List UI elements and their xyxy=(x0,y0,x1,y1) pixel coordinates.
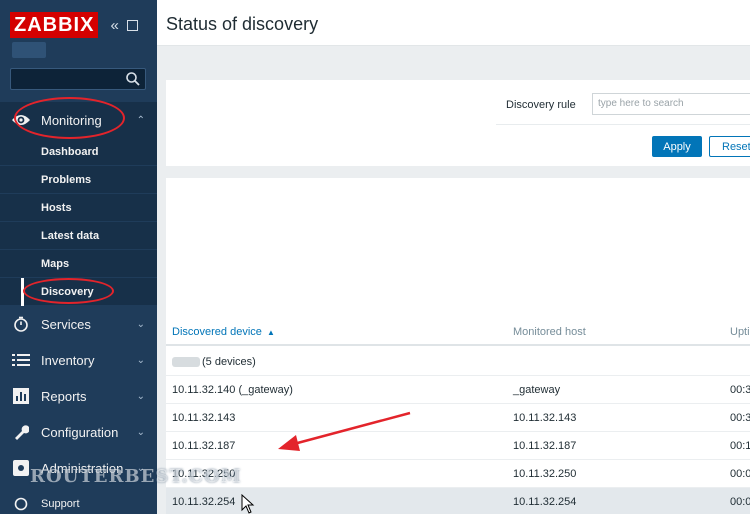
uptime-cell: 00:3 xyxy=(730,412,750,424)
host-cell: 10.11.32.187 xyxy=(513,440,577,452)
monitoring-submenu: Dashboard Problems Hosts Latest data Map… xyxy=(0,138,157,306)
nav-support[interactable]: Support xyxy=(0,486,157,514)
chevron-down-icon: ⌄ xyxy=(136,354,145,366)
host-cell: 10.11.32.254 xyxy=(513,496,577,508)
apply-button[interactable]: Apply xyxy=(652,136,702,157)
stopwatch-icon xyxy=(11,314,31,334)
uptime-cell: 00:0 xyxy=(730,468,750,480)
nav-configuration[interactable]: Configuration ⌄ xyxy=(0,414,157,450)
sidebar-item-dashboard[interactable]: Dashboard xyxy=(0,138,157,166)
support-icon xyxy=(11,494,31,514)
nav-inventory[interactable]: Inventory ⌄ xyxy=(0,342,157,378)
column-discovered-device[interactable]: Discovered device ▲ xyxy=(172,326,275,338)
host-cell: _gateway xyxy=(513,384,561,396)
sidebar-item-latest-data[interactable]: Latest data xyxy=(0,222,157,250)
device-cell: 10.11.32.254 xyxy=(172,496,236,508)
sidebar: ZABBIX « Monitoring ⌃ Dashboard Problems xyxy=(0,0,157,514)
sidebar-item-discovery[interactable]: Discovery xyxy=(0,278,157,306)
group-row: (5 devices) xyxy=(166,348,750,376)
group-name: (5 devices) xyxy=(172,356,256,368)
filter-panel: Discovery rule type here to search Apply… xyxy=(166,80,750,166)
sidebar-item-maps[interactable]: Maps xyxy=(0,250,157,278)
main-content: Status of discovery Discovery rule type … xyxy=(157,0,750,514)
nav-support-label: Support xyxy=(41,498,80,510)
column-uptime: Upti xyxy=(730,326,750,338)
device-cell: 10.11.32.250 xyxy=(172,468,236,480)
group-device-count: (5 devices) xyxy=(202,356,256,368)
column-monitored-host: Monitored host xyxy=(513,326,586,338)
table-header: Discovered device ▲ Monitored host Upti xyxy=(166,320,750,346)
filter-divider xyxy=(496,124,750,125)
user-name-blurred xyxy=(12,42,46,58)
uptime-cell: 00:3 xyxy=(730,384,750,396)
nav-administration[interactable]: Administration ⌄ xyxy=(0,450,157,486)
device-cell: 10.11.32.143 xyxy=(172,412,236,424)
sort-ascending-icon: ▲ xyxy=(266,328,275,337)
collapse-sidebar-icon[interactable]: « xyxy=(110,17,118,34)
search-icon[interactable] xyxy=(125,71,141,87)
discovery-rule-label: Discovery rule xyxy=(506,99,576,111)
chevron-up-icon: ⌃ xyxy=(136,114,145,126)
uptime-cell: 00:0 xyxy=(730,496,750,508)
chevron-down-icon: ⌄ xyxy=(136,318,145,330)
table-row: 10.11.32.140 (_gateway) _gateway 00:3 xyxy=(166,376,750,404)
app: ZABBIX « Monitoring ⌃ Dashboard Problems xyxy=(0,0,750,514)
uptime-cell: 00:1 xyxy=(730,440,750,452)
nav-services[interactable]: Services ⌄ xyxy=(0,306,157,342)
page-title: Status of discovery xyxy=(166,14,319,34)
column-discovered-device-label: Discovered device xyxy=(172,326,262,338)
device-cell: 10.11.32.140 (_gateway) xyxy=(172,384,293,396)
group-name-blurred xyxy=(172,357,200,368)
kiosk-mode-icon[interactable] xyxy=(126,19,138,31)
discovery-rule-input[interactable]: type here to search xyxy=(592,93,750,115)
chevron-down-icon: ⌄ xyxy=(136,426,145,438)
reset-button[interactable]: Reset xyxy=(709,136,750,157)
page-header: Status of discovery xyxy=(157,0,750,46)
table-row: 10.11.32.143 10.11.32.143 00:3 xyxy=(166,404,750,432)
chevron-down-icon: ⌄ xyxy=(136,390,145,402)
wrench-icon xyxy=(11,422,31,442)
nav-reports[interactable]: Reports ⌄ xyxy=(0,378,157,414)
discovery-table-panel: Discovered device ▲ Monitored host Upti … xyxy=(166,178,750,514)
sidebar-search-input[interactable] xyxy=(10,68,146,90)
gear-icon xyxy=(11,458,31,478)
zabbix-logo[interactable]: ZABBIX xyxy=(10,12,99,38)
sidebar-item-problems[interactable]: Problems xyxy=(0,166,157,194)
mouse-cursor-icon xyxy=(241,494,255,514)
table-row: 10.11.32.250 10.11.32.250 00:0 xyxy=(166,460,750,488)
eye-icon xyxy=(11,110,31,130)
main-nav: Monitoring ⌃ Dashboard Problems Hosts La… xyxy=(0,102,157,514)
nav-monitoring[interactable]: Monitoring ⌃ xyxy=(0,102,157,138)
table-row: 10.11.32.187 10.11.32.187 00:1 xyxy=(166,432,750,460)
host-cell: 10.11.32.143 xyxy=(513,412,577,424)
sidebar-item-hosts[interactable]: Hosts xyxy=(0,194,157,222)
list-icon xyxy=(11,350,31,370)
logo-row: ZABBIX « xyxy=(10,12,138,38)
device-cell: 10.11.32.187 xyxy=(172,440,236,452)
bar-chart-icon xyxy=(11,386,31,406)
host-cell: 10.11.32.250 xyxy=(513,468,577,480)
chevron-down-icon: ⌄ xyxy=(136,462,145,474)
